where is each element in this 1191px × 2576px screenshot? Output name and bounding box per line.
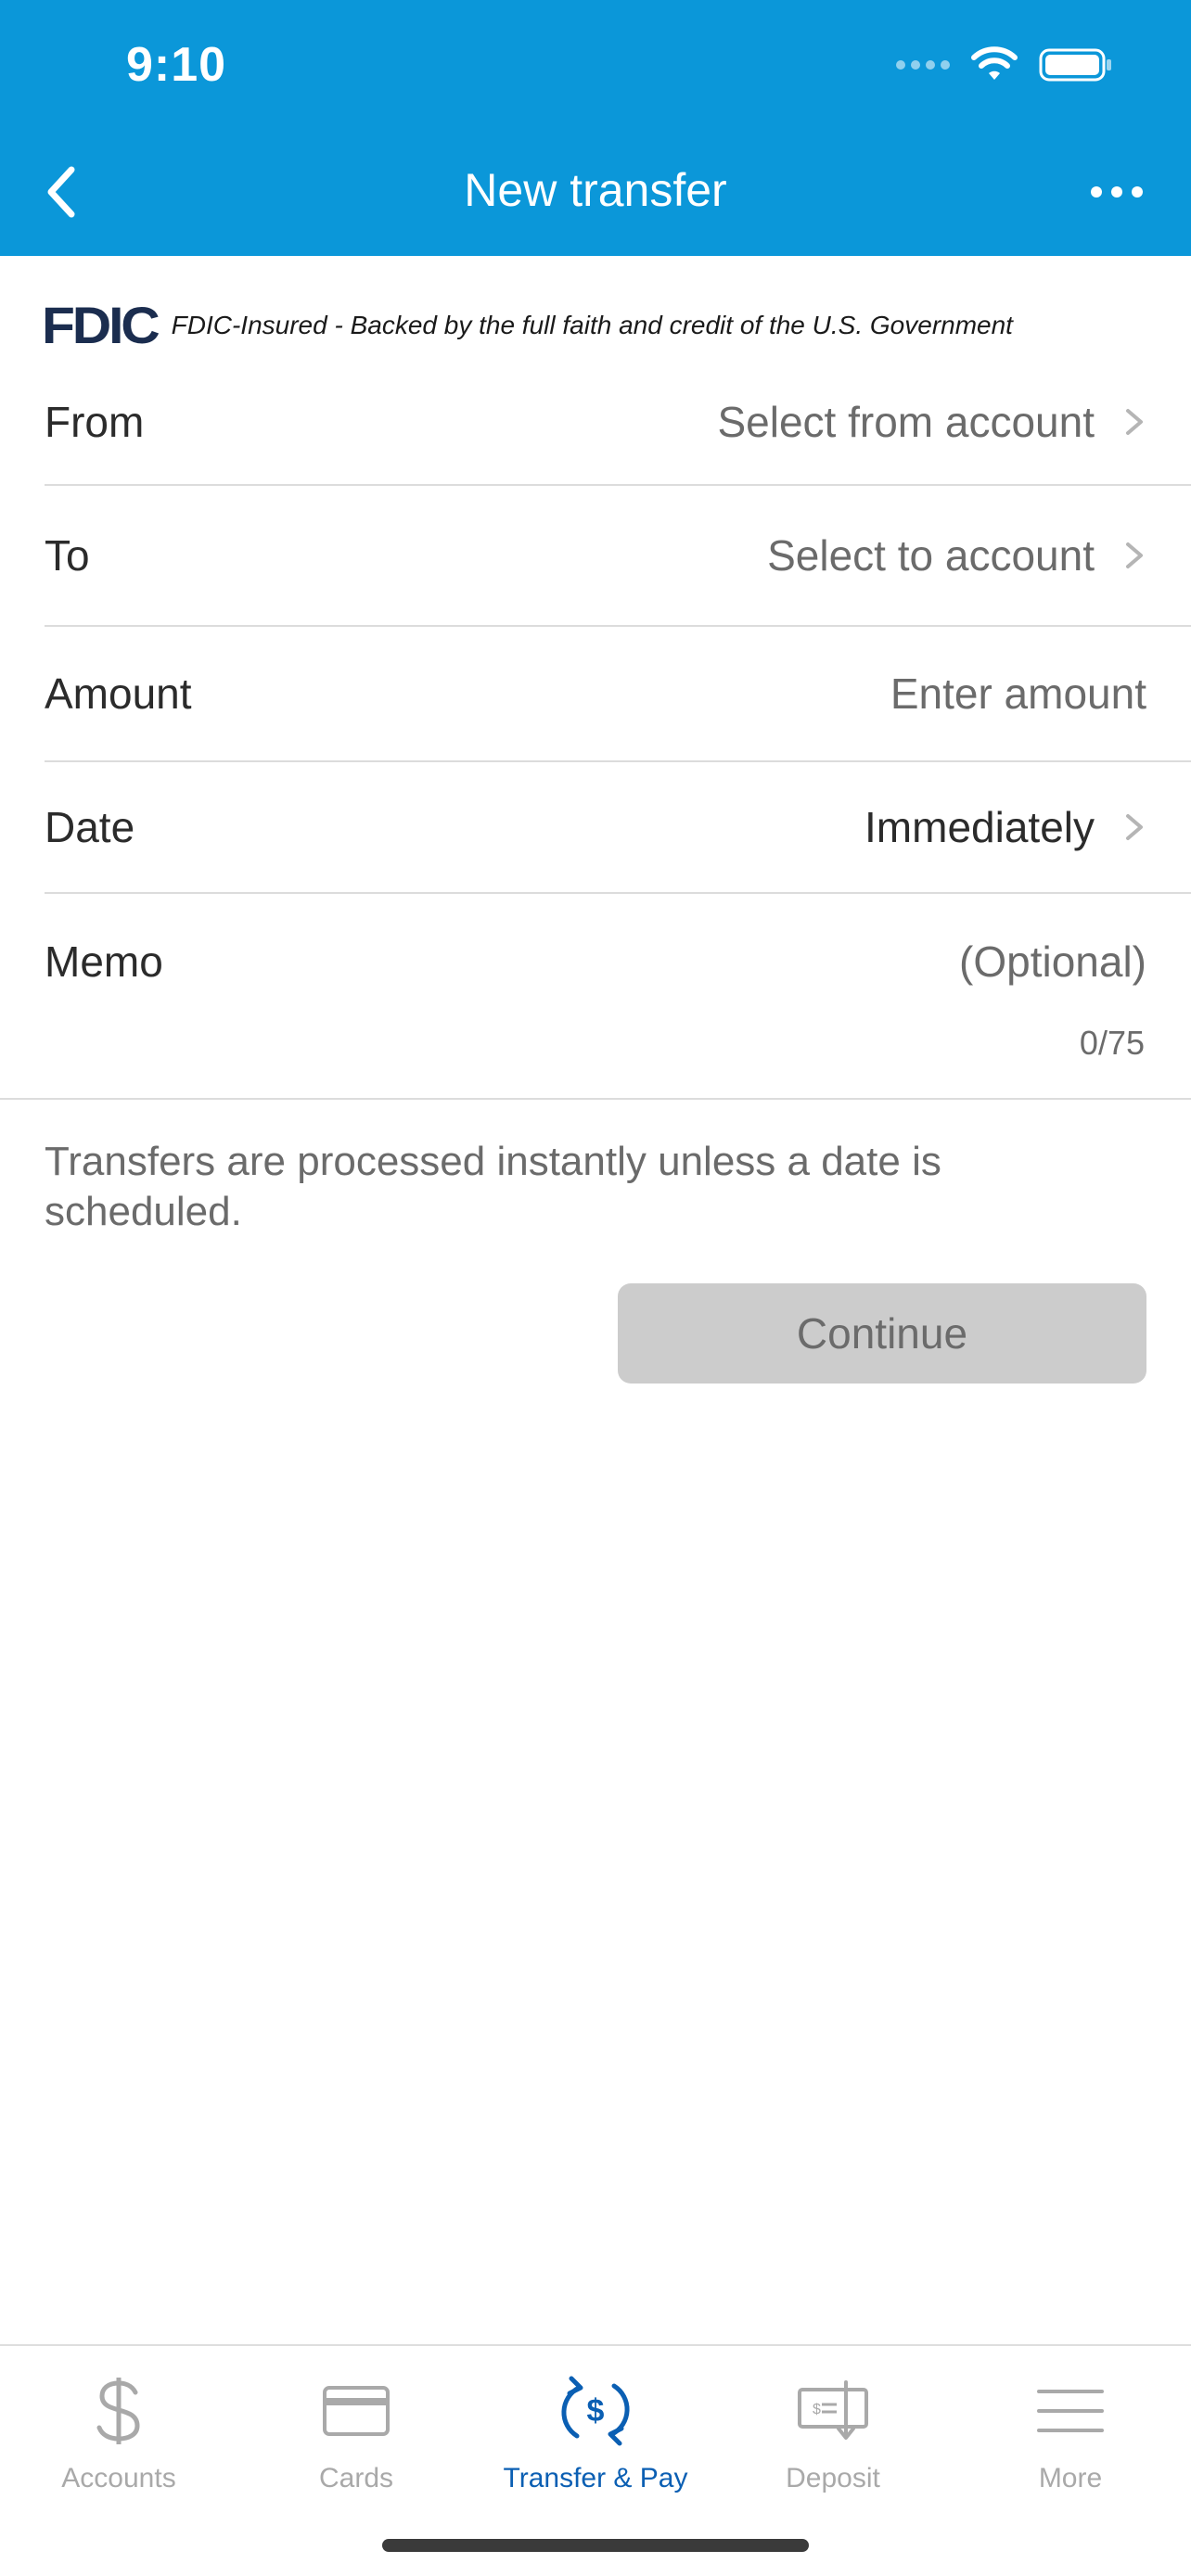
status-icons — [896, 46, 1113, 83]
to-account-selector[interactable]: Select to account — [767, 530, 1191, 580]
tab-label: Cards — [318, 2463, 394, 2493]
more-dot-icon — [1132, 186, 1143, 198]
svg-text:$: $ — [587, 2393, 605, 2429]
memo-placeholder: (Optional) — [959, 937, 1146, 986]
chevron-right-icon — [1126, 409, 1143, 435]
memo-character-count: 0/75 — [1079, 1024, 1145, 1062]
menu-icon — [1036, 2365, 1105, 2457]
fdic-banner: FDIC FDIC-Insured - Backed by the full f… — [42, 295, 1013, 355]
cellular-signal-icon — [896, 60, 950, 70]
amount-input[interactable]: Enter amount — [890, 669, 1191, 719]
status-time: 9:10 — [126, 38, 227, 92]
card-icon — [322, 2365, 391, 2457]
memo-label: Memo — [45, 937, 163, 986]
to-label: To — [45, 531, 90, 580]
more-options-button[interactable] — [1070, 159, 1163, 224]
tab-transfer-pay[interactable]: $ Transfer & Pay — [477, 2365, 714, 2494]
transfer-info-text: Transfers are processed instantly unless… — [45, 1139, 941, 1234]
wifi-icon — [971, 46, 1018, 80]
tab-deposit[interactable]: $ Deposit — [714, 2365, 952, 2494]
app-header: 9:10 New transfer — [0, 0, 1191, 256]
battery-icon — [1039, 48, 1111, 82]
to-account-value: Select to account — [767, 531, 1095, 580]
tab-more[interactable]: More — [952, 2365, 1189, 2494]
chevron-right-icon — [1126, 542, 1143, 568]
transfer-icon: $ — [558, 2365, 633, 2457]
to-account-row[interactable]: To Select to account — [45, 486, 1191, 627]
amount-row[interactable]: Amount Enter amount — [45, 627, 1191, 762]
from-account-selector[interactable]: Select from account — [717, 397, 1191, 447]
home-indicator — [382, 2539, 809, 2552]
check-deposit-icon: $ — [796, 2365, 870, 2457]
tab-label: More — [1038, 2463, 1103, 2493]
tab-label: Accounts — [61, 2463, 176, 2493]
tab-label: Transfer & Pay — [503, 2463, 688, 2493]
from-account-value: Select from account — [717, 398, 1095, 446]
from-label: From — [45, 398, 145, 446]
date-selector[interactable]: Immediately — [864, 802, 1191, 852]
tab-accounts[interactable]: Accounts — [0, 2365, 237, 2494]
chevron-right-icon — [1126, 814, 1143, 840]
more-dot-icon — [1091, 186, 1102, 198]
amount-label: Amount — [45, 670, 192, 718]
fdic-logo: FDIC — [42, 296, 160, 354]
tab-cards[interactable]: Cards — [237, 2365, 475, 2494]
from-account-row[interactable]: From Select from account — [45, 360, 1191, 486]
dollar-icon — [91, 2365, 147, 2457]
amount-placeholder: Enter amount — [890, 670, 1146, 718]
continue-button[interactable]: Continue — [618, 1283, 1146, 1384]
svg-text:$: $ — [813, 2402, 821, 2417]
memo-row[interactable]: Memo (Optional) 0/75 — [0, 894, 1191, 1100]
fdic-disclaimer: FDIC-Insured - Backed by the full faith … — [171, 310, 1013, 339]
date-value: Immediately — [864, 803, 1095, 851]
date-row[interactable]: Date Immediately — [45, 762, 1191, 894]
memo-input[interactable]: (Optional) — [959, 937, 1191, 987]
tab-label: Deposit — [786, 2463, 880, 2493]
date-label: Date — [45, 803, 135, 851]
more-dot-icon — [1111, 186, 1122, 198]
page-title: New transfer — [464, 164, 727, 216]
